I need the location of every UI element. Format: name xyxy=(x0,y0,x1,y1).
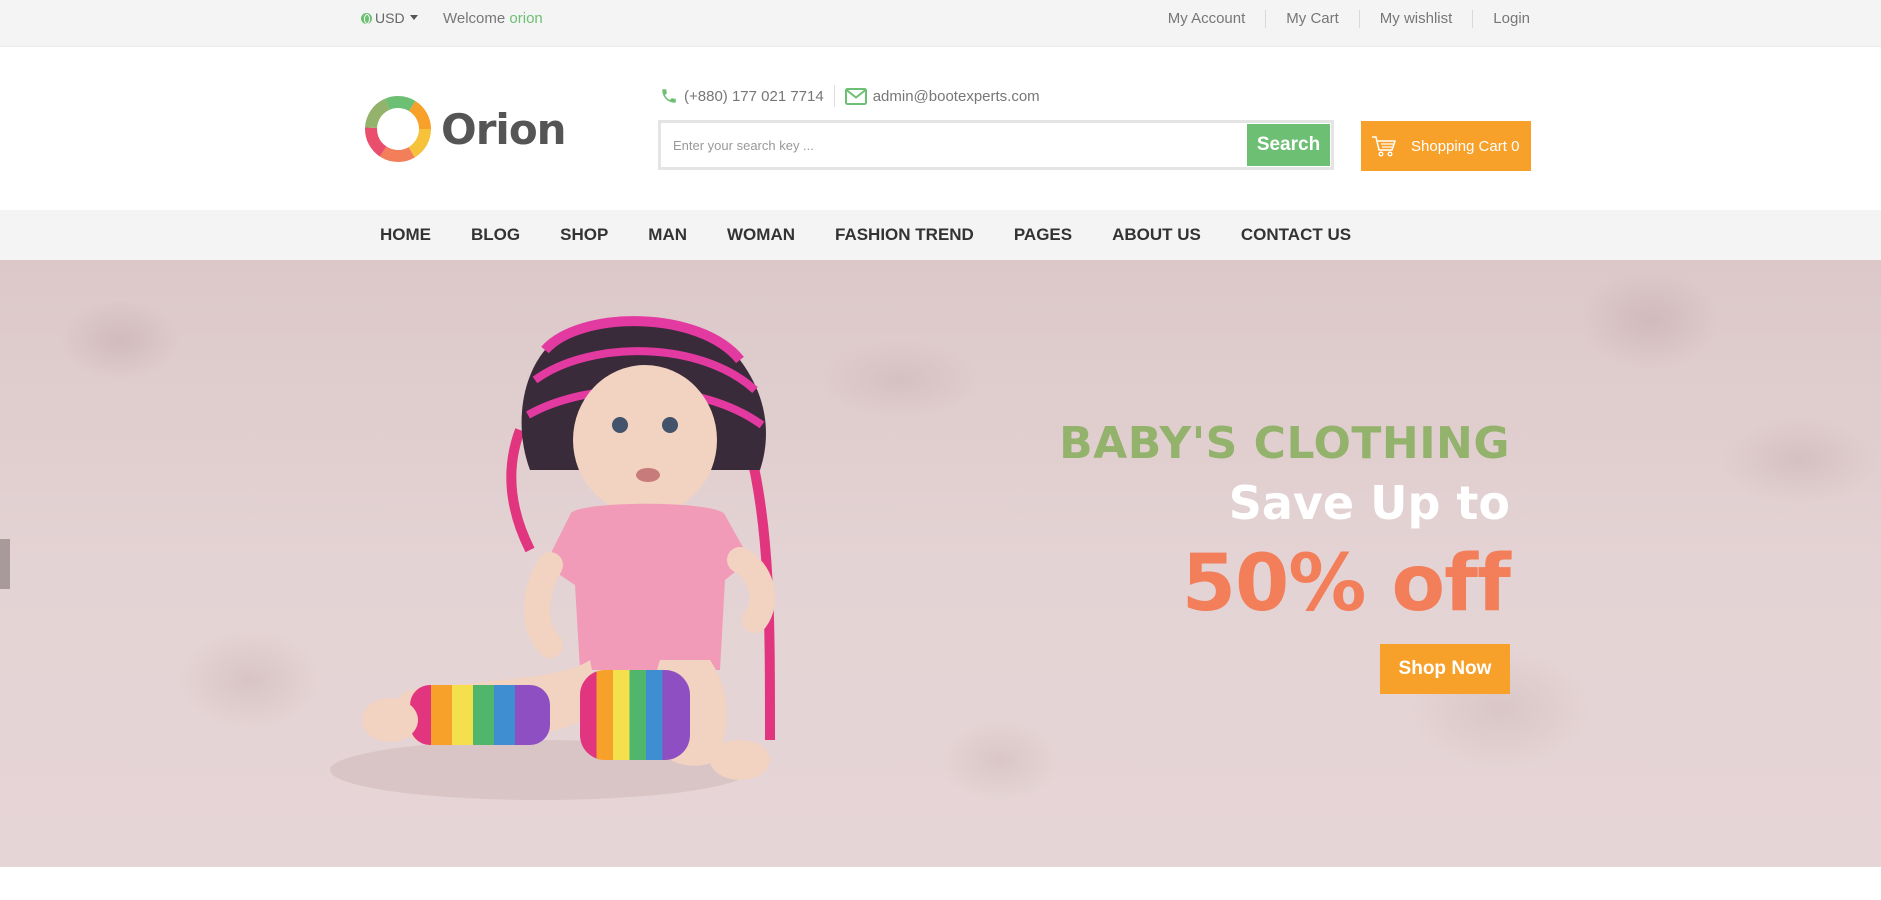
phone-number: (+880) 177 021 7714 xyxy=(684,87,824,105)
email-address[interactable]: admin@bootexperts.com xyxy=(873,88,1040,105)
shopping-cart-button[interactable]: Shopping Cart 0 xyxy=(1361,121,1531,171)
cart-label: Shopping Cart 0 xyxy=(1411,137,1520,155)
welcome-user[interactable]: orion xyxy=(509,10,542,27)
site-header: Orion (+880) 177 021 7714 admin@bootexpe… xyxy=(0,47,1881,210)
link-login[interactable]: Login xyxy=(1472,10,1530,28)
hero-slider: BABY'S CLOTHING Save Up to 50% off Shop … xyxy=(0,260,1881,867)
hero-headline: Save Up to xyxy=(1228,476,1510,530)
contact-info: (+880) 177 021 7714 admin@bootexperts.co… xyxy=(660,85,1040,107)
welcome-prefix: Welcome xyxy=(443,10,506,27)
hero-kicker: BABY'S CLOTHING xyxy=(1059,418,1510,469)
search-input[interactable] xyxy=(661,123,1247,167)
baby-photo xyxy=(330,316,776,800)
nav-item-fashion-trend[interactable]: FASHION TREND xyxy=(835,225,974,245)
nav-item-pages[interactable]: PAGES xyxy=(1014,225,1072,245)
mail-icon xyxy=(844,87,867,105)
top-bar: USD Welcome orion My Account My Cart My … xyxy=(0,0,1881,47)
phone-contact: (+880) 177 021 7714 xyxy=(660,87,824,105)
nav-item-home[interactable]: HOME xyxy=(380,225,431,245)
currency-selector[interactable]: USD xyxy=(361,10,418,26)
phone-icon xyxy=(662,89,676,103)
logo-text: Orion xyxy=(441,104,567,154)
nav-item-woman[interactable]: WOMAN xyxy=(727,225,795,245)
site-logo[interactable]: Orion xyxy=(361,92,567,166)
search-bar: Search xyxy=(658,120,1334,170)
link-my-account[interactable]: My Account xyxy=(1148,10,1266,28)
account-links: My Account My Cart My wishlist Login xyxy=(1148,10,1530,28)
slider-side-tab[interactable] xyxy=(0,539,10,589)
shop-now-button[interactable]: Shop Now xyxy=(1380,644,1510,694)
contact-divider xyxy=(833,85,835,107)
email-contact: admin@bootexperts.com xyxy=(844,87,1040,105)
currency-label: USD xyxy=(375,10,405,26)
nav-item-about-us[interactable]: ABOUT US xyxy=(1112,225,1201,245)
caret-down-icon xyxy=(409,14,418,20)
link-my-wishlist[interactable]: My wishlist xyxy=(1358,10,1473,28)
logo-ring-icon xyxy=(365,96,431,162)
nav-item-blog[interactable]: BLOG xyxy=(471,225,520,245)
nav-item-contact-us[interactable]: CONTACT US xyxy=(1241,225,1351,245)
cart-icon xyxy=(1372,136,1396,157)
hero-discount: 50% off xyxy=(1181,539,1511,629)
hero-caption: BABY'S CLOTHING Save Up to 50% off Shop … xyxy=(1059,418,1511,694)
globe-icon xyxy=(361,12,372,24)
welcome-message: Welcome orion xyxy=(443,10,543,27)
search-button[interactable]: Search xyxy=(1247,124,1330,166)
nav-item-man[interactable]: MAN xyxy=(648,225,687,245)
nav-item-shop[interactable]: SHOP xyxy=(560,225,608,245)
main-navigation: HOME BLOG SHOP MAN WOMAN FASHION TREND P… xyxy=(0,210,1881,260)
link-my-cart[interactable]: My Cart xyxy=(1265,10,1359,28)
